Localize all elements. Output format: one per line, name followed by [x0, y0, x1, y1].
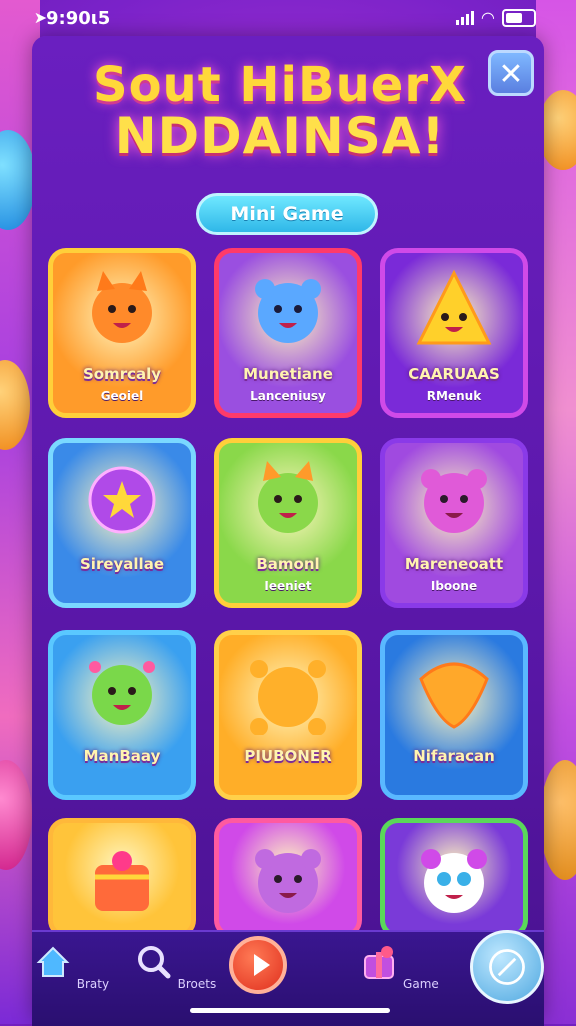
game-card-title: PIUBONER: [244, 747, 332, 765]
triangle-character-icon: [416, 269, 492, 345]
game-card[interactable]: Prell: [380, 818, 528, 938]
game-card-title: Bamonl: [256, 555, 320, 573]
title-line-1: Sout HiBuerX: [93, 57, 467, 113]
home-indicator: [190, 1008, 390, 1013]
cat-green-character-icon: [258, 461, 318, 533]
status-time: 9:90ι5: [46, 8, 111, 29]
game-card-title: Nifaracan: [413, 747, 495, 765]
page-title: Sout HiBuerX NDDAINSA!: [60, 60, 500, 163]
floating-action-button[interactable]: [470, 930, 544, 1004]
tab-game[interactable]: Game: [354, 942, 444, 991]
tab-search-label: Broets: [177, 977, 217, 991]
close-button[interactable]: ✕: [488, 50, 534, 96]
game-card-subtitle: RMenuk: [426, 389, 482, 403]
game-card[interactable]: Srinon: [48, 818, 196, 938]
title-line-2: NDDAINSA!: [114, 107, 446, 166]
game-card[interactable]: PIUBONER: [214, 630, 362, 800]
tab-search[interactable]: Broets: [130, 942, 220, 991]
game-card-subtitle: Geoiel: [100, 389, 144, 403]
bear-blue-character-icon: [255, 279, 321, 343]
game-card[interactable]: Mareneoatt Iboone: [380, 438, 528, 608]
panda-character-icon: [421, 849, 487, 913]
game-card-title: Sireyallae: [80, 555, 164, 573]
game-card[interactable]: Nifaracan: [380, 630, 528, 800]
tab-game-label: Game: [403, 977, 439, 991]
game-card-title: CAARUAAS: [408, 365, 500, 383]
pick-orange-character-icon: [419, 662, 489, 729]
game-card-title: Mareneoatt: [404, 555, 504, 573]
game-card[interactable]: CAARUAAS RMenuk: [380, 248, 528, 418]
game-card[interactable]: Heroon: [214, 818, 362, 938]
gift-character-icon: [95, 851, 149, 911]
fox-character-icon: [92, 271, 152, 343]
game-card-title: Somrcaly: [82, 365, 162, 383]
mini-game-pill[interactable]: Mini Game: [196, 193, 378, 235]
game-card[interactable]: ManBaay: [48, 630, 196, 800]
game-card-title: Munetiane: [243, 365, 333, 383]
bear-purple-character-icon: [255, 849, 321, 913]
game-card[interactable]: Sireyallae: [48, 438, 196, 608]
search-icon: [137, 946, 171, 979]
blob-orange-character-icon: [250, 660, 326, 735]
play-button[interactable]: [229, 936, 287, 994]
star-ball-character-icon: [88, 466, 156, 534]
tab-home-label: Braty: [76, 977, 110, 991]
navigation-arrow-icon: ➤: [33, 8, 48, 27]
bear-pink-character-icon: [421, 469, 487, 533]
gift-icon: [364, 946, 395, 979]
status-bar: 9:90ι5 ➤ ◠: [0, 0, 576, 36]
game-card[interactable]: Somrcaly Geoiel: [48, 248, 196, 418]
wifi-icon: ◠: [481, 8, 494, 27]
game-card-subtitle: Iboone: [430, 579, 478, 593]
status-icons: ➤ ◠: [34, 8, 536, 27]
blob-green-character-icon: [89, 661, 155, 725]
game-card[interactable]: Munetiane Lanceniusy: [214, 248, 362, 418]
signal-bars-icon: [455, 10, 474, 25]
game-card-subtitle: Lanceniusy: [250, 389, 326, 403]
battery-icon: [502, 8, 536, 27]
sparkle-icon: [489, 949, 525, 985]
tab-home[interactable]: Braty: [26, 942, 116, 991]
home-icon: [36, 946, 70, 977]
game-card-subtitle: Ieeniet: [264, 579, 312, 593]
game-card-title: ManBaay: [83, 747, 161, 765]
game-card[interactable]: Bamonl Ieeniet: [214, 438, 362, 608]
